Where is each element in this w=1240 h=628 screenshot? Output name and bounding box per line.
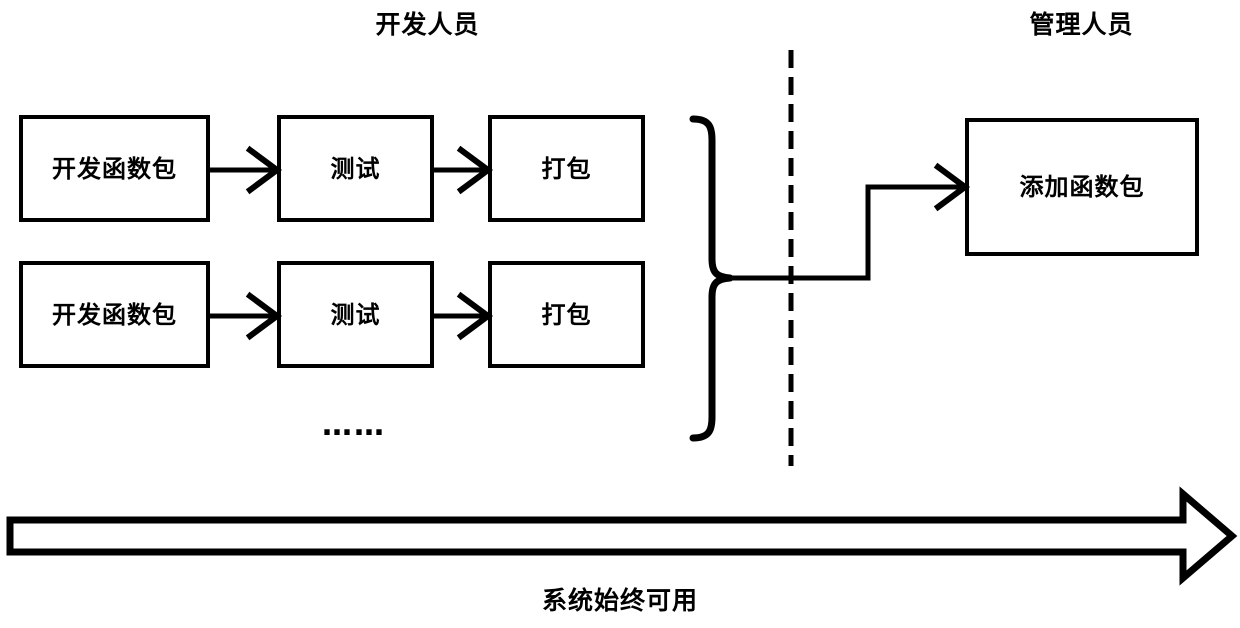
right-curly-brace-icon	[689, 115, 734, 442]
diagram-canvas: 开发人员 管理人员 开发函数包 测试 打包 开发函数包 测试 打包 …… 添加函…	[0, 0, 1240, 628]
node-label: 测试	[330, 300, 381, 329]
node-label: 添加函数包	[1019, 173, 1145, 201]
node-package-row2[interactable]: 打包	[488, 261, 645, 368]
node-test-row2[interactable]: 测试	[277, 261, 434, 368]
node-label: 开发函数包	[52, 154, 177, 183]
connector-row1-develop-to-test	[210, 145, 283, 195]
connector-brace-to-add-package	[730, 162, 971, 281]
node-test-row1[interactable]: 测试	[277, 115, 434, 222]
node-label: 打包	[541, 154, 592, 183]
timeline-caption: 系统始终可用	[541, 586, 698, 615]
timeline-block-arrow-icon	[6, 486, 1238, 586]
node-develop-package-row1[interactable]: 开发函数包	[19, 115, 210, 222]
node-label: 开发函数包	[52, 300, 177, 329]
node-develop-package-row2[interactable]: 开发函数包	[19, 261, 210, 368]
connector-row1-test-to-package	[434, 145, 494, 195]
node-label: 打包	[541, 300, 592, 329]
connector-row2-develop-to-test	[210, 291, 283, 341]
lane-header-manager: 管理人员	[1029, 10, 1134, 39]
node-label: 测试	[330, 154, 381, 183]
connector-row2-test-to-package	[434, 291, 494, 341]
node-add-package[interactable]: 添加函数包	[965, 118, 1199, 256]
ellipsis-more-rows: ……	[322, 408, 386, 443]
node-package-row1[interactable]: 打包	[488, 115, 645, 222]
lane-header-developer: 开发人员	[375, 10, 480, 39]
